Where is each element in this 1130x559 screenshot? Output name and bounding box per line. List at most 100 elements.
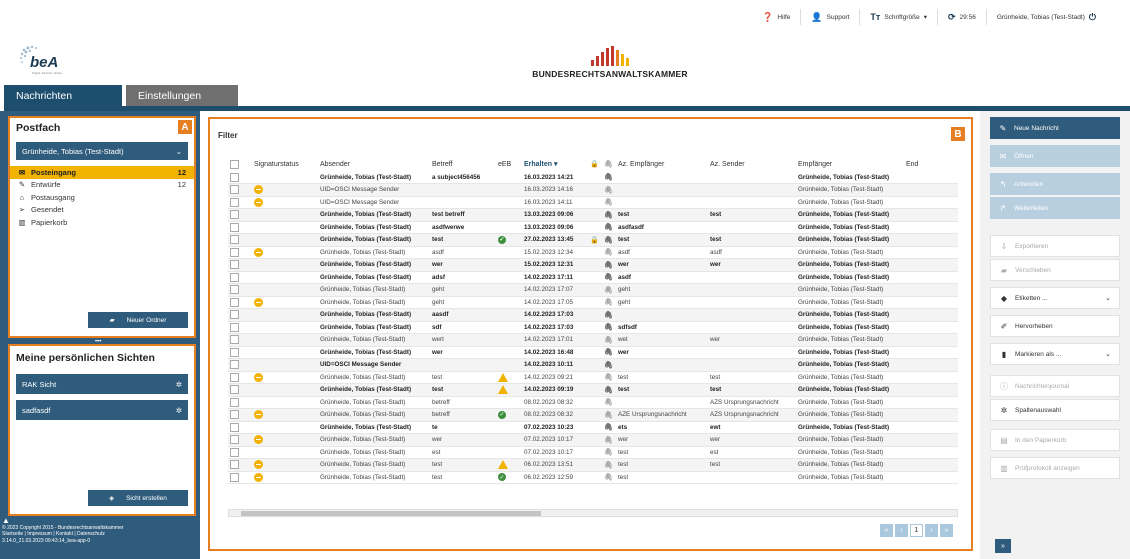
table-row[interactable]: Grünheide, Tobias (Test-Stadt) te 07.02.20… bbox=[228, 421, 958, 434]
help-link[interactable]: ❓ Hilfe bbox=[752, 9, 800, 25]
horizontal-scrollbar[interactable] bbox=[228, 509, 958, 517]
row-checkbox[interactable] bbox=[228, 183, 252, 197]
view-item-sadfasdf[interactable]: sadfasdf ✲ bbox=[16, 400, 188, 420]
checkbox[interactable] bbox=[230, 322, 239, 332]
row-checkbox[interactable] bbox=[228, 421, 252, 434]
row-checkbox[interactable] bbox=[228, 258, 252, 272]
row-checkbox[interactable] bbox=[228, 233, 252, 247]
row-checkbox[interactable] bbox=[228, 446, 252, 459]
action-reply-button[interactable]: ↰ Antworten bbox=[990, 173, 1120, 195]
folder-posteingang[interactable]: ✉ Posteingang 12 bbox=[10, 166, 194, 179]
col-attachment[interactable]: 🖇 bbox=[602, 157, 616, 171]
row-checkbox[interactable] bbox=[228, 433, 252, 447]
col-eeb[interactable]: eEB bbox=[496, 157, 522, 171]
checkbox[interactable] bbox=[230, 297, 239, 307]
action-gear-button[interactable]: ✲ Spaltenauswahl bbox=[990, 399, 1120, 421]
col-betreff[interactable]: Betreff bbox=[430, 157, 496, 171]
table-row[interactable]: Grünheide, Tobias (Test-Stadt) asdf 15.02.… bbox=[228, 246, 958, 259]
row-checkbox[interactable] bbox=[228, 396, 252, 409]
col-az-empfaenger[interactable]: Az. Empfänger bbox=[616, 157, 708, 171]
checkbox[interactable] bbox=[230, 197, 239, 207]
table-row[interactable]: Grünheide, Tobias (Test-Stadt) wer 15.02.2… bbox=[228, 258, 958, 272]
col-absender[interactable]: Absender bbox=[318, 157, 430, 171]
row-checkbox[interactable] bbox=[228, 283, 252, 297]
action-forward-button[interactable]: ↱ Weiterleiten bbox=[990, 197, 1120, 219]
action-envelope-button[interactable]: ✉ Öffnen bbox=[990, 145, 1120, 167]
checkbox[interactable] bbox=[230, 335, 239, 345]
col-end[interactable]: End bbox=[904, 157, 958, 171]
row-checkbox[interactable] bbox=[228, 221, 252, 234]
checkbox[interactable] bbox=[230, 360, 239, 370]
col-empfaenger[interactable]: Empfänger bbox=[796, 157, 904, 171]
support-link[interactable]: 👤 Support bbox=[800, 9, 859, 25]
row-checkbox[interactable] bbox=[228, 471, 252, 484]
next-page-button[interactable]: › bbox=[925, 524, 938, 537]
table-row[interactable]: Grünheide, Tobias (Test-Stadt) wer 14.02.2… bbox=[228, 346, 958, 359]
row-checkbox[interactable] bbox=[228, 246, 252, 259]
table-row[interactable]: UID=OSCI Message Sender 16.03.2023 14:16 🖇… bbox=[228, 183, 958, 197]
row-checkbox[interactable] bbox=[228, 346, 252, 359]
table-row[interactable]: Grünheide, Tobias (Test-Stadt) test 14.02.… bbox=[228, 371, 958, 384]
checkbox[interactable] bbox=[230, 260, 239, 270]
action-info-button[interactable]: ⓘ Nachrichtenjournal bbox=[990, 375, 1120, 397]
account-select[interactable]: Grünheide, Tobias (Test-Stadt) ⌄ bbox=[16, 142, 188, 160]
checkbox[interactable] bbox=[230, 222, 239, 232]
checkbox[interactable] bbox=[230, 410, 239, 420]
checkbox[interactable] bbox=[230, 247, 239, 257]
filter-toggle[interactable]: Filter bbox=[218, 131, 238, 140]
row-checkbox[interactable] bbox=[228, 408, 252, 422]
table-row[interactable]: Grünheide, Tobias (Test-Stadt) test betre… bbox=[228, 208, 958, 222]
view-item-rak-sicht[interactable]: RAK Sicht ✲ bbox=[16, 374, 188, 394]
table-row[interactable]: Grünheide, Tobias (Test-Stadt) est 07.02.2… bbox=[228, 446, 958, 459]
checkbox[interactable] bbox=[230, 372, 239, 382]
table-row[interactable]: UID=OSCI Message Sender 14.02.2023 10:11 🖇… bbox=[228, 358, 958, 372]
action-pencil-button[interactable]: ✎ Neue Nachricht bbox=[990, 117, 1120, 139]
col-erhalten[interactable]: Erhalten ▾ bbox=[522, 157, 588, 171]
col-signaturstatus[interactable]: Signaturstatus bbox=[252, 157, 318, 171]
scrollbar-thumb[interactable] bbox=[241, 511, 541, 516]
checkbox[interactable] bbox=[230, 460, 239, 470]
table-row[interactable]: Grünheide, Tobias (Test-Stadt) aasdf 14.02… bbox=[228, 308, 958, 322]
table-row[interactable]: Grünheide, Tobias (Test-Stadt) wert 14.02.… bbox=[228, 333, 958, 347]
table-row[interactable]: Grünheide, Tobias (Test-Stadt) asdfwerwe 1… bbox=[228, 221, 958, 234]
table-row[interactable]: Grünheide, Tobias (Test-Stadt) sdf 14.02.2… bbox=[228, 321, 958, 334]
table-row[interactable]: Grünheide, Tobias (Test-Stadt) geht 14.02.… bbox=[228, 296, 958, 309]
collapse-actions-button[interactable]: » bbox=[995, 539, 1011, 553]
bea-logo[interactable]: beA Digital. Einfach. Sicher. bbox=[16, 44, 72, 76]
checkbox[interactable] bbox=[230, 310, 239, 320]
table-row[interactable]: Grünheide, Tobias (Test-Stadt) test ✓ 06.02… bbox=[228, 471, 958, 484]
gear-icon[interactable]: ✲ bbox=[176, 406, 182, 415]
tab-einstellungen[interactable]: Einstellungen bbox=[126, 85, 238, 106]
table-row[interactable]: Grünheide, Tobias (Test-Stadt) test ✓ 27.02… bbox=[228, 233, 958, 247]
checkbox[interactable] bbox=[230, 447, 239, 457]
checkbox[interactable] bbox=[230, 435, 239, 445]
row-checkbox[interactable] bbox=[228, 196, 252, 209]
checkbox[interactable] bbox=[230, 210, 239, 220]
col-az-sender[interactable]: Az. Sender bbox=[708, 157, 796, 171]
checkbox[interactable] bbox=[230, 347, 239, 357]
checkbox[interactable] bbox=[230, 272, 239, 282]
table-row[interactable]: Grünheide, Tobias (Test-Stadt) test 06.02.… bbox=[228, 458, 958, 472]
table-row[interactable]: Grünheide, Tobias (Test-Stadt) betreff ✓ 08… bbox=[228, 408, 958, 422]
action-tag-button[interactable]: ◆ Etiketten ... ⌄ bbox=[990, 287, 1120, 309]
row-checkbox[interactable] bbox=[228, 271, 252, 284]
row-checkbox[interactable] bbox=[228, 383, 252, 397]
action-document-button[interactable]: ▥ Prüfprotokoll anzeigen bbox=[990, 457, 1120, 479]
checkbox[interactable] bbox=[230, 472, 239, 482]
folder-entwuerfe[interactable]: ✎ Entwürfe 12 bbox=[10, 179, 194, 192]
row-checkbox[interactable] bbox=[228, 371, 252, 384]
row-checkbox[interactable] bbox=[228, 208, 252, 222]
row-checkbox[interactable] bbox=[228, 358, 252, 372]
tab-nachrichten[interactable]: Nachrichten bbox=[4, 85, 122, 106]
font-size-dropdown[interactable]: Tт Schriftgröße ▾ bbox=[859, 9, 937, 25]
last-page-button[interactable]: » bbox=[940, 524, 953, 537]
checkbox[interactable] bbox=[230, 185, 239, 195]
create-view-button[interactable]: ◈ Sicht erstellen bbox=[88, 490, 188, 506]
action-trash-button[interactable]: ▤ In den Papierkorb bbox=[990, 429, 1120, 451]
table-row[interactable]: UID=OSCI Message Sender 16.03.2023 14:11 🖇… bbox=[228, 196, 958, 209]
checkbox[interactable] bbox=[230, 385, 239, 395]
row-checkbox[interactable] bbox=[228, 296, 252, 309]
prev-page-button[interactable]: ‹ bbox=[895, 524, 908, 537]
checkbox[interactable] bbox=[230, 285, 239, 295]
new-folder-button[interactable]: ▰ Neuer Ordner bbox=[88, 312, 188, 328]
